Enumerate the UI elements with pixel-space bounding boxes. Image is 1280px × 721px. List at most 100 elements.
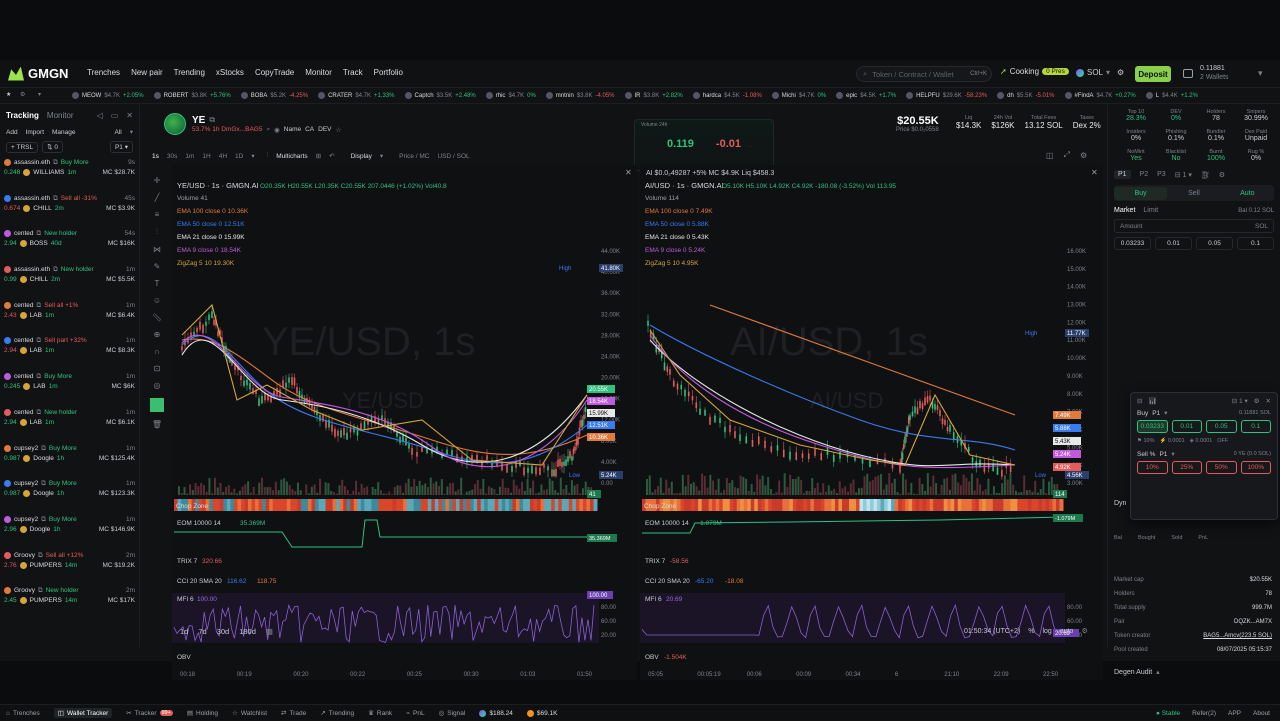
indicator-icon[interactable]: ⫶ xyxy=(267,152,269,160)
ticker-item[interactable]: CRATER$4.7K+1.33% xyxy=(318,92,394,99)
scale-percent[interactable]: % xyxy=(1028,628,1034,635)
ticker-item[interactable]: rhic$4.7K0% xyxy=(486,92,536,99)
quick-buy-popup[interactable]: ⊟ 📊︎ ⊟ 1 ▾ ⚙ ✕ Buy P1 ▾ 0.11881 SOL 0.03… xyxy=(1130,392,1278,520)
ticker-item[interactable]: HELPFU$29.6K-58.23% xyxy=(906,92,987,99)
popup-sell-percent[interactable]: 50% xyxy=(1206,461,1237,474)
sell-tab[interactable]: Sell xyxy=(1167,190,1220,197)
star-icon[interactable]: ☆ xyxy=(336,126,342,134)
camera-icon[interactable]: ◫ xyxy=(1046,151,1054,160)
preset-select[interactable]: P1 ▾ xyxy=(110,141,133,153)
tracking-token[interactable]: BOSS xyxy=(30,239,48,248)
scale-auto[interactable]: auto xyxy=(1060,628,1074,635)
tracking-token[interactable]: Doogle xyxy=(33,454,54,463)
refer-link[interactable]: Refer(2) xyxy=(1192,710,1216,717)
nav-track[interactable]: Track xyxy=(343,68,363,77)
range-180d[interactable]: 180d xyxy=(239,627,256,636)
nav-trending[interactable]: Trending xyxy=(174,68,205,77)
calendar-icon[interactable]: ▦ xyxy=(266,627,273,636)
magnet-icon[interactable]: ∩ xyxy=(154,347,160,356)
preset-p3[interactable]: P3 xyxy=(1157,171,1166,178)
ticker-item[interactable]: Michi$4.7K0% xyxy=(772,92,826,99)
filter-all-select[interactable]: All xyxy=(115,129,122,136)
settings-icon[interactable]: ⚙ xyxy=(1254,397,1260,405)
text-icon[interactable]: T xyxy=(155,279,160,288)
trendline-icon[interactable]: ╱ xyxy=(155,193,160,202)
ticker-item[interactable]: dh$5.5K-5.01% xyxy=(997,92,1054,99)
minimize-icon[interactable]: ▭ xyxy=(111,111,119,120)
copy-icon[interactable]: ⧉ xyxy=(38,586,43,595)
tracking-user[interactable]: cented xyxy=(14,372,34,381)
bottom-rank[interactable]: ♛Rank xyxy=(368,709,392,717)
limit-tab[interactable]: Limit xyxy=(1143,207,1158,214)
tracking-token[interactable]: WILLIAMS xyxy=(33,168,64,177)
name-link[interactable]: Name xyxy=(284,126,301,133)
scale-log[interactable]: log xyxy=(1042,628,1051,635)
tab-tracking[interactable]: Tracking xyxy=(6,111,39,120)
search-input[interactable]: ⌕ Token / Contract / Wallet Ctrl+K xyxy=(856,66,992,82)
quick-amount-button[interactable]: 0.01 xyxy=(1155,237,1192,250)
bottom-trade[interactable]: ⇄Trade xyxy=(281,709,306,717)
search-icon[interactable]: ⌕ xyxy=(266,126,270,134)
wallet-icon[interactable] xyxy=(1183,69,1193,78)
tracking-user[interactable]: cented xyxy=(14,408,34,417)
timeframe-1s[interactable]: 1s xyxy=(152,153,159,160)
quick-amount-button[interactable]: 0.1 xyxy=(1237,237,1274,250)
crosshair-icon[interactable]: ✛ xyxy=(154,176,161,185)
copy-icon[interactable]: ⧉ xyxy=(37,408,42,417)
popup-sell-percent[interactable]: 100% xyxy=(1241,461,1272,474)
timeframe-1D[interactable]: 1D xyxy=(235,153,243,160)
close-icon[interactable]: ✕ xyxy=(1266,397,1271,405)
tracking-entry[interactable]: assassin.eth⧉Buy More0.248WILLIAMS1m9sMC… xyxy=(0,155,139,191)
bottom-tracker[interactable]: ✂Tracker99+ xyxy=(126,709,173,717)
popup-buy-amount[interactable]: 0.05 xyxy=(1206,420,1237,433)
star-icon[interactable]: ★ xyxy=(6,91,11,98)
popup-wallet-count[interactable]: ⊟ 1 ▾ xyxy=(1232,397,1248,405)
layout-icon[interactable]: ⊞ xyxy=(316,152,321,160)
popup-sell-percent[interactable]: 25% xyxy=(1172,461,1203,474)
ticker-item[interactable]: hardca$4.5K-1.08% xyxy=(693,92,762,99)
wallet-balance[interactable]: 0.11881 2 Wallets xyxy=(1200,64,1229,82)
tracking-user[interactable]: cented xyxy=(14,301,34,310)
bottom-trending[interactable]: ↗Trending xyxy=(320,709,354,717)
brush-icon[interactable]: ✎ xyxy=(154,262,161,271)
settings-icon[interactable]: ⚙ xyxy=(1117,68,1124,77)
tracking-user[interactable]: assassin.eth xyxy=(14,265,50,274)
popup-buy-amount[interactable]: 0.03233 xyxy=(1137,420,1168,433)
app-link[interactable]: APP xyxy=(1228,710,1241,717)
chain-selector[interactable]: SOL ▾ ⚙ xyxy=(1076,68,1124,77)
nav-copytrade[interactable]: CopyTrade xyxy=(255,68,294,77)
quick-amount-button[interactable]: 0.05 xyxy=(1196,237,1233,250)
chart-left[interactable]: YE/USD · 1s · GMGN.AIO20.35K H20.55K L20… xyxy=(172,165,637,680)
tracking-user[interactable]: cented xyxy=(14,336,34,345)
tracking-entry[interactable]: cupsey2⧉Buy More0.987Doogle1h1mMC $123.3… xyxy=(0,476,139,512)
pattern-icon[interactable]: ⋈ xyxy=(153,245,161,254)
tracking-user[interactable]: cupsey2 xyxy=(14,515,38,524)
tracking-token[interactable]: CHILL xyxy=(30,275,48,284)
market-tab[interactable]: Market xyxy=(1114,207,1135,214)
multicharts-button[interactable]: Multicharts xyxy=(276,153,307,160)
copy-icon[interactable]: ⧉ xyxy=(209,115,215,125)
zoom-icon[interactable]: ⊕ xyxy=(154,330,161,339)
ticker-item[interactable]: ROBERT$3.8K+5.76% xyxy=(154,92,231,99)
copy-icon[interactable]: ⧉ xyxy=(53,158,58,167)
copy-icon[interactable]: ⧉ xyxy=(53,194,58,203)
tracking-entry[interactable]: cented⧉Sell all +1%2.43LAB1m1mMC $6.4K xyxy=(0,298,139,334)
tracking-entry[interactable]: Groovy⧉New holder2.45PUMPERS14m2mMC $17K xyxy=(0,583,139,619)
tracking-token[interactable]: Doogle xyxy=(30,525,51,534)
chevron-down-icon[interactable]: ▾ xyxy=(38,91,41,98)
logo[interactable]: GMGN xyxy=(8,66,68,81)
stable-status[interactable]: ● Stable xyxy=(1156,710,1180,717)
tracking-entry[interactable]: Groovy⧉Sell all +12%2.76PUMPERS14m2mMC $… xyxy=(0,548,139,584)
tracking-user[interactable]: Groovy xyxy=(14,586,35,595)
import-button[interactable]: Import xyxy=(26,129,44,136)
tracking-token[interactable]: LAB xyxy=(30,346,42,355)
copy-icon[interactable]: ⧉ xyxy=(37,336,42,345)
buy-tab[interactable]: Buy xyxy=(1114,187,1167,200)
fib-icon[interactable]: ⫶ xyxy=(156,227,158,237)
fullscreen-icon[interactable]: ⤢ xyxy=(1064,150,1070,160)
copy-icon[interactable]: ⧉ xyxy=(38,551,43,560)
tracking-entry[interactable]: cented⧉Buy More0.245LAB1m1mMC $6K xyxy=(0,369,139,405)
trash-icon[interactable]: 🗑︎ xyxy=(152,420,162,429)
detail-value[interactable]: BAG5...Amcv(223.5 SOL) xyxy=(1203,633,1272,639)
wallet-count-select[interactable]: ⊟ 1 ▾ xyxy=(1175,171,1192,179)
